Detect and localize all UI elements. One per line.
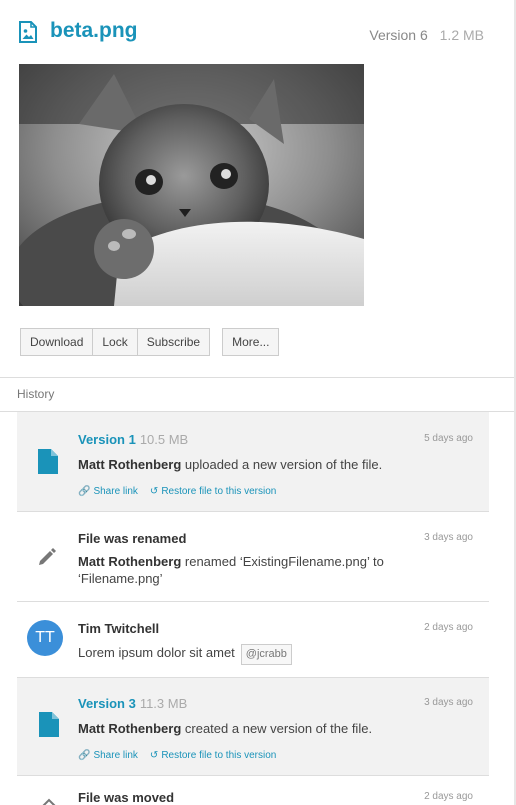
history-title: File was moved <box>78 790 175 805</box>
history-item-version: Version 3 11.3 MB 3 days ago Matt Rothenb… <box>17 678 489 776</box>
history-text: Matt Rothenberg created a new version of… <box>78 720 418 737</box>
download-button[interactable]: Download <box>20 328 94 356</box>
move-icon <box>42 798 56 805</box>
history-description: created a new version of the file. <box>181 721 373 736</box>
file-toolbar: Download Lock Subscribe More... <box>20 328 280 356</box>
commenter-name[interactable]: Tim Twitchell <box>78 621 159 636</box>
history-heading: History <box>17 387 55 401</box>
mention-tag[interactable]: @jcrabb <box>240 644 292 665</box>
history-text: Matt Rothenberg uploaded a new version o… <box>78 456 418 473</box>
current-version: Version 6 <box>369 27 428 43</box>
action-button-group: Download Lock Subscribe <box>20 328 211 356</box>
version-size: 11.3 MB <box>139 696 188 711</box>
image-preview <box>19 64 364 306</box>
history-title: File was renamed <box>78 531 187 546</box>
user-name[interactable]: Matt Rothenberg <box>78 721 181 736</box>
restore-link-label[interactable]: Restore file to this version <box>161 750 276 761</box>
history-item-rename: File was renamed 3 days ago Matt Rothenb… <box>17 512 489 602</box>
document-icon <box>38 449 58 474</box>
comment-body: Lorem ipsum dolor sit amet <box>78 645 235 660</box>
kitten-photo <box>19 64 364 306</box>
avatar[interactable]: TT <box>27 620 63 656</box>
subscribe-button[interactable]: Subscribe <box>137 328 211 356</box>
version-size: 10.5 MB <box>139 432 189 447</box>
restore-icon: ↺ <box>149 750 159 761</box>
file-header: beta.png Version 6 1.2 MB <box>18 18 488 48</box>
divider <box>0 377 514 378</box>
share-link[interactable]: 🔗 Share link <box>78 750 138 761</box>
share-link-label[interactable]: Share link <box>93 750 137 761</box>
user-name[interactable]: Matt Rothenberg <box>78 554 181 569</box>
version-title[interactable]: Version 1 10.5 MB <box>78 432 188 447</box>
document-icon <box>39 712 59 737</box>
version-actions: 🔗 Share link ↺ Restore file to this versio… <box>78 486 276 497</box>
timestamp: 5 days ago <box>424 433 473 444</box>
link-icon: 🔗 <box>78 750 91 761</box>
timestamp: 3 days ago <box>424 697 473 708</box>
version-actions: 🔗 Share link ↺ Restore file to this versio… <box>78 750 276 761</box>
version-label[interactable]: Version 1 <box>78 432 136 447</box>
version-title[interactable]: Version 3 11.3 MB <box>78 696 187 711</box>
history-description: uploaded a new version of the file. <box>181 457 383 472</box>
comment-text: Lorem ipsum dolor sit amet @jcrabb <box>78 644 418 665</box>
history-text: Matt Rothenberg renamed ‘ExistingFilenam… <box>78 553 418 587</box>
more-button[interactable]: More... <box>222 328 280 356</box>
history-item-move: File was moved 2 days ago <box>17 776 489 805</box>
pencil-icon <box>39 548 56 565</box>
restore-link-label[interactable]: Restore file to this version <box>161 486 276 497</box>
timestamp: 3 days ago <box>424 532 473 543</box>
timestamp: 2 days ago <box>424 791 473 802</box>
restore-icon: ↺ <box>149 486 159 497</box>
timestamp: 2 days ago <box>424 622 473 633</box>
lock-button[interactable]: Lock <box>93 328 138 356</box>
history-item-version: Version 1 10.5 MB 5 days ago Matt Rothenb… <box>17 412 489 512</box>
share-link[interactable]: 🔗 Share link <box>78 486 138 497</box>
link-icon: 🔗 <box>78 486 91 497</box>
history-item-comment: TT Tim Twitchell 2 days ago Lorem ipsum … <box>17 602 489 678</box>
version-label[interactable]: Version 3 <box>78 696 136 711</box>
restore-link[interactable]: ↺ Restore file to this version <box>150 486 276 497</box>
share-link-label[interactable]: Share link <box>93 486 137 497</box>
file-size: 1.2 MB <box>439 27 484 43</box>
version-meta: Version 6 1.2 MB <box>369 27 484 43</box>
user-name[interactable]: Matt Rothenberg <box>78 457 181 472</box>
image-file-icon <box>19 21 37 43</box>
restore-link[interactable]: ↺ Restore file to this version <box>150 750 276 761</box>
file-name: beta.png <box>50 19 138 42</box>
